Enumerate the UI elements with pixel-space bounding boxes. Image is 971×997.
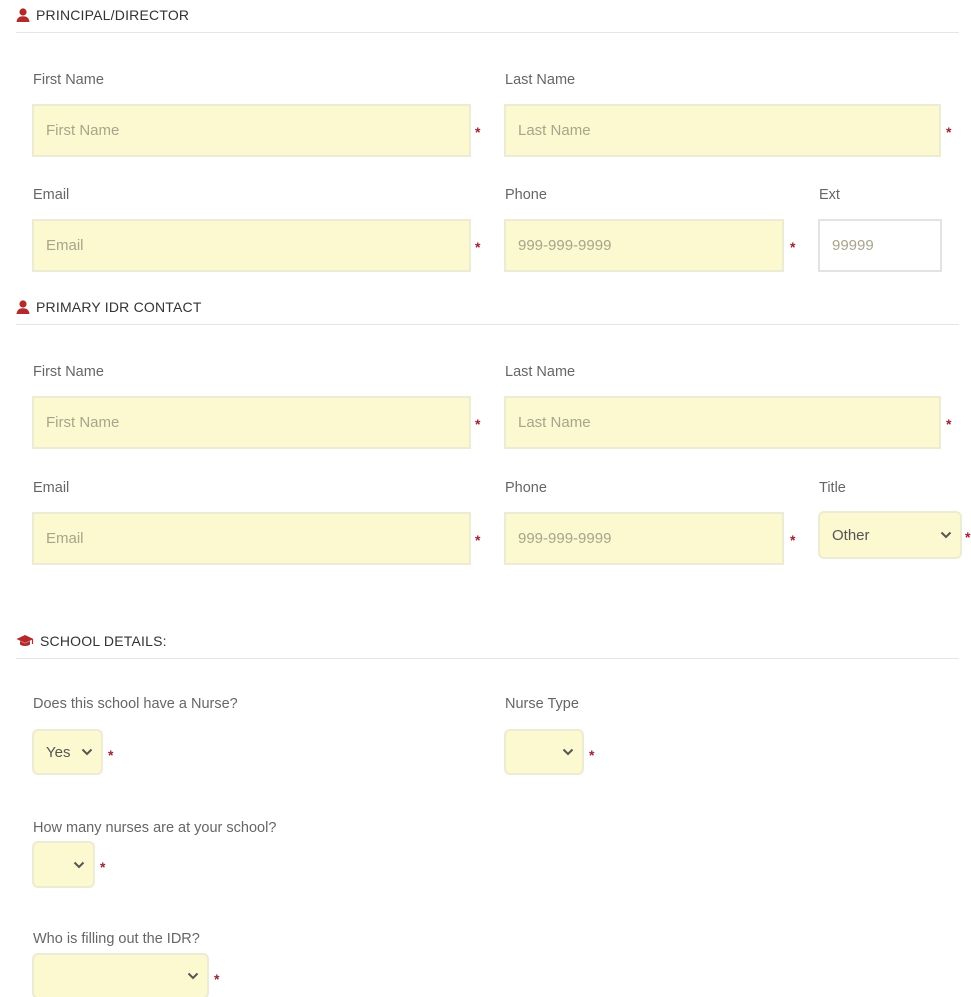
contact-first-name-label: First Name — [33, 364, 104, 380]
nurse-type-label: Nurse Type — [505, 696, 579, 712]
chevron-down-icon — [940, 531, 952, 539]
section-title: SCHOOL DETAILS: — [40, 633, 167, 649]
chevron-down-icon — [562, 748, 574, 756]
principal-last-name-label: Last Name — [505, 72, 576, 88]
contact-email-label: Email — [33, 480, 70, 496]
principal-ext-input[interactable] — [818, 219, 942, 272]
required-indicator: * — [790, 532, 796, 548]
principal-email-input[interactable] — [32, 219, 471, 272]
principal-first-name-input[interactable] — [32, 104, 471, 157]
required-indicator: * — [946, 124, 952, 140]
contact-title-label: Title — [819, 480, 846, 496]
chevron-down-icon — [81, 748, 93, 756]
required-indicator: * — [214, 971, 220, 987]
graduation-cap-icon — [16, 635, 34, 646]
primary-contact-section-header: PRIMARY IDR CONTACT — [16, 300, 959, 325]
user-icon — [16, 8, 30, 22]
required-indicator: * — [965, 529, 971, 545]
selected-value: Yes — [46, 743, 71, 761]
has-nurse-select[interactable]: Yes — [32, 729, 103, 775]
nurse-count-select[interactable] — [32, 841, 95, 888]
required-indicator: * — [475, 532, 481, 548]
section-title: PRIMARY IDR CONTACT — [36, 299, 202, 315]
required-indicator: * — [589, 747, 595, 763]
user-icon — [16, 300, 30, 314]
has-nurse-label: Does this school have a Nurse? — [33, 696, 238, 712]
required-indicator: * — [790, 239, 796, 255]
required-indicator: * — [475, 416, 481, 432]
required-indicator: * — [475, 239, 481, 255]
idr-form: PRINCIPAL/DIRECTOR First Name Last Name … — [0, 0, 971, 997]
nurse-count-label: How many nurses are at your school? — [33, 820, 277, 836]
principal-last-name-input[interactable] — [504, 104, 941, 157]
contact-first-name-input[interactable] — [32, 396, 471, 449]
principal-section-header: PRINCIPAL/DIRECTOR — [16, 8, 959, 33]
contact-phone-label: Phone — [505, 480, 547, 496]
contact-title-select[interactable]: Other — [818, 511, 962, 559]
principal-email-label: Email — [33, 187, 70, 203]
chevron-down-icon — [73, 861, 85, 868]
principal-phone-input[interactable] — [504, 219, 784, 272]
principal-first-name-label: First Name — [33, 72, 104, 88]
filled-by-select[interactable] — [32, 953, 209, 997]
contact-last-name-label: Last Name — [505, 364, 576, 380]
required-indicator: * — [100, 859, 106, 875]
nurse-type-select[interactable] — [504, 729, 584, 775]
contact-last-name-input[interactable] — [504, 396, 941, 449]
contact-email-input[interactable] — [32, 512, 471, 565]
selected-value: Other — [832, 526, 870, 544]
required-indicator: * — [475, 124, 481, 140]
section-title: PRINCIPAL/DIRECTOR — [36, 7, 190, 23]
principal-phone-label: Phone — [505, 187, 547, 203]
required-indicator: * — [108, 747, 114, 763]
principal-ext-label: Ext — [819, 187, 840, 203]
required-indicator: * — [946, 416, 952, 432]
contact-phone-input[interactable] — [504, 512, 784, 565]
school-details-section-header: SCHOOL DETAILS: — [16, 634, 959, 659]
chevron-down-icon — [187, 972, 199, 980]
filled-by-label: Who is filling out the IDR? — [33, 931, 200, 947]
